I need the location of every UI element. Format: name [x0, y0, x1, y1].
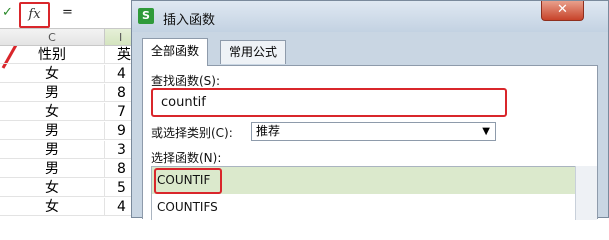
- function-list-label: 选择函数(N):: [151, 151, 222, 165]
- cell-gender[interactable]: 男: [0, 84, 105, 102]
- list-scrollbar[interactable]: [575, 166, 597, 220]
- function-item-countifs[interactable]: COUNTIFS: [152, 194, 576, 221]
- formula-equals: =: [62, 5, 73, 20]
- cell-gender[interactable]: 男: [0, 160, 105, 178]
- spreadsheet: C I 性别英女 4 男 8 女 7 男 9 男 3 男 8 女 5 女 4: [0, 29, 140, 218]
- wps-app-icon: S: [138, 8, 154, 24]
- cell-gender[interactable]: 女: [0, 198, 105, 216]
- category-label: 或选择类别(C):: [151, 126, 233, 140]
- cell-gender[interactable]: 女: [0, 179, 105, 197]
- function-list[interactable]: COUNTIF COUNTIFS: [151, 166, 577, 220]
- column-header-c[interactable]: C: [0, 29, 105, 46]
- cell-gender[interactable]: 男: [0, 122, 105, 140]
- cell-gender[interactable]: 男: [0, 141, 105, 159]
- cell-gender[interactable]: 女: [0, 103, 105, 121]
- search-label: 查找函数(S):: [151, 74, 221, 88]
- cell-gender[interactable]: 性别: [0, 46, 105, 64]
- dialog-titlebar[interactable]: S 插入函数 ✕: [132, 1, 608, 32]
- selected-function-highlight: [154, 168, 222, 194]
- cell-gender[interactable]: 女: [0, 65, 105, 83]
- function-panel: 查找函数(S): countif 或选择类别(C): 推荐 ▼ 选择函数(N):…: [142, 65, 598, 220]
- search-input[interactable]: countif: [151, 88, 507, 117]
- chevron-down-icon[interactable]: ▼: [482, 123, 490, 140]
- tab-all-functions[interactable]: 全部函数: [142, 38, 209, 66]
- close-button[interactable]: ✕: [541, 1, 584, 21]
- dialog-title: 插入函数: [163, 13, 216, 28]
- category-value: 推荐: [256, 124, 281, 138]
- tab-common-formulas[interactable]: 常用公式: [220, 40, 287, 64]
- category-select[interactable]: 推荐 ▼: [251, 122, 496, 141]
- insert-function-button[interactable]: fx: [19, 2, 50, 28]
- insert-function-dialog: S 插入函数 ✕ 全部函数 常用公式 查找函数(S): countif 或选择类…: [131, 0, 609, 220]
- check-icon[interactable]: ✓: [2, 5, 16, 21]
